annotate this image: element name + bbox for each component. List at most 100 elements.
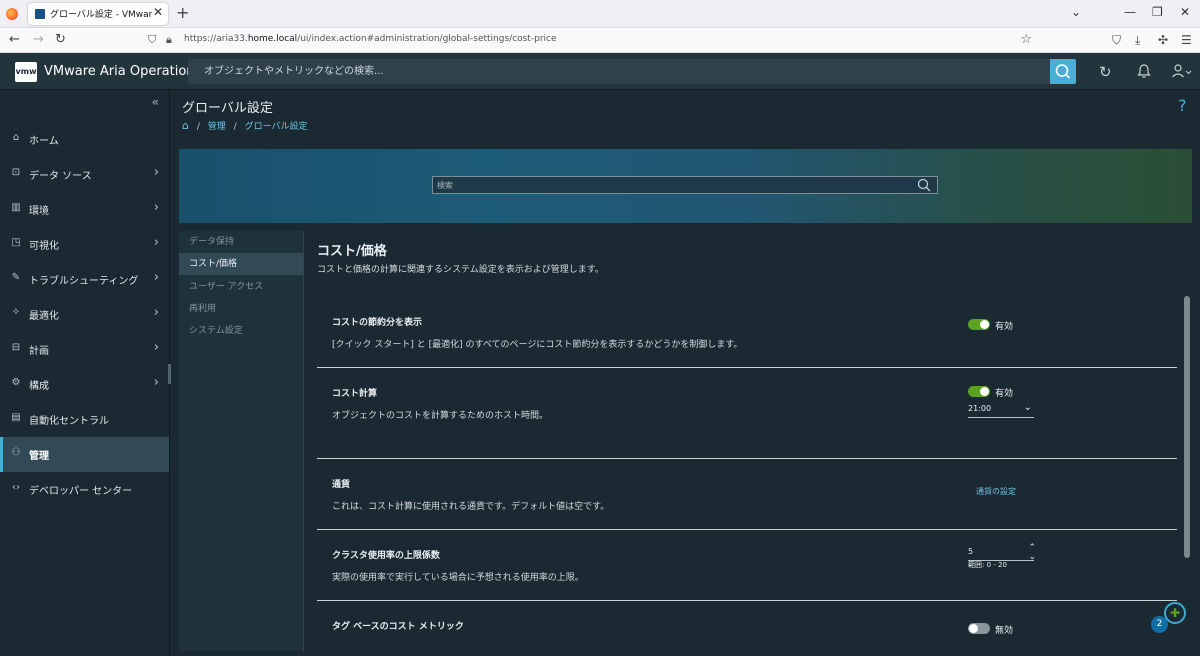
subnav-data-retention[interactable]: データ保持: [179, 231, 303, 253]
home-icon[interactable]: ⌂: [182, 119, 189, 132]
setting-cost-calculation: コスト計算 オブジェクトのコストを計算するためのホスト時間。 有効 21:00 …: [317, 368, 1177, 459]
minimize-icon[interactable]: —: [1124, 5, 1136, 19]
sidebar-item-plan[interactable]: ⊟ 計画 ›: [0, 332, 169, 367]
gear-icon: ⚙: [11, 377, 21, 388]
breadcrumb-administration[interactable]: 管理: [208, 122, 226, 132]
url-text[interactable]: https://aria33.home.local/ui/index.actio…: [184, 34, 557, 44]
forward-icon[interactable]: →: [33, 32, 44, 47]
breadcrumb: ⌂ / 管理 / グローバル設定: [182, 119, 308, 132]
setting-description: 実際の使用率で実行している場合に予想される使用率の上限。: [332, 573, 584, 583]
page-title: グローバル設定: [182, 101, 273, 116]
magic-icon: ✧: [11, 307, 21, 318]
chart-icon: ◳: [11, 237, 21, 248]
chevron-right-icon: ›: [153, 340, 159, 355]
restore-icon[interactable]: ❐: [1152, 5, 1163, 19]
sidebar-item-label: デベロッパー センター: [29, 486, 133, 497]
download-icon[interactable]: ⤓: [1135, 33, 1140, 48]
bookmark-star-icon[interactable]: ☆: [1020, 32, 1032, 47]
settings-search: [432, 176, 938, 194]
wrench-icon: ✎: [11, 272, 21, 283]
sidebar-item-optimize[interactable]: ✧ 最適化 ›: [0, 297, 169, 332]
panel-title: コスト/価格: [317, 244, 387, 259]
reload-icon[interactable]: ↻: [55, 32, 66, 47]
subnav-system-settings[interactable]: システム設定: [179, 320, 303, 342]
global-search: [188, 59, 1076, 84]
sidebar-item-administration[interactable]: ⚇ 管理: [0, 437, 169, 472]
setting-description: [クイック スタート] と [最適化] のすべてのページにコスト節約分を表示する…: [332, 340, 743, 350]
app-title[interactable]: VMware Aria Operations: [44, 64, 201, 79]
sidebar-item-automation-central[interactable]: ▤ 自動化セントラル: [0, 402, 169, 437]
sidebar-item-label: 可視化: [29, 241, 59, 252]
subnav-cost-price[interactable]: コスト/価格: [179, 253, 303, 275]
lock-icon[interactable]: 🔒︎: [166, 33, 172, 47]
close-window-icon[interactable]: ✕: [1180, 5, 1190, 19]
cluster-factor-input[interactable]: 5 ⌃ ⌄: [968, 544, 1036, 562]
toggle-label: 有効: [995, 322, 1014, 332]
cost-calculation-time-select[interactable]: 21:00 ⌄: [968, 402, 1034, 418]
briefcase-icon: ⊟: [11, 342, 21, 353]
close-tab-icon[interactable]: ✕: [153, 5, 163, 19]
menu-icon[interactable]: ☰: [1181, 33, 1192, 47]
vmware-logo[interactable]: vmw: [15, 62, 37, 82]
browser-tab[interactable]: グローバル設定 - VMware Aria Op ✕: [28, 3, 168, 25]
search-icon: [1055, 64, 1071, 79]
chevron-right-icon: ›: [153, 200, 159, 215]
sidebar-item-troubleshooting[interactable]: ✎ トラブルシューティング ›: [0, 262, 169, 297]
url-bar[interactable]: ⛉ 🔒︎ https://aria33.home.local/ui/index.…: [142, 31, 1038, 50]
search-icon[interactable]: [917, 177, 931, 196]
bell-icon[interactable]: [1136, 63, 1152, 83]
vmware-favicon-icon: [35, 9, 45, 19]
notification-badge[interactable]: 2: [1151, 616, 1168, 633]
settings-banner: [179, 149, 1192, 223]
sidebar-item-label: 環境: [29, 206, 49, 217]
stepper-icon[interactable]: ⌃ ⌄: [1028, 544, 1036, 562]
collapse-sidebar-icon[interactable]: «: [152, 95, 159, 109]
toggle-label: 無効: [995, 626, 1014, 636]
chevron-right-icon: ›: [153, 270, 159, 285]
extensions-icon[interactable]: ✣: [1158, 33, 1168, 47]
breadcrumb-global-settings[interactable]: グローバル設定: [245, 122, 308, 132]
global-search-input[interactable]: [188, 59, 1050, 84]
sidebar-resize-handle[interactable]: [168, 364, 171, 384]
refresh-icon[interactable]: ↻: [1099, 63, 1112, 81]
currency-settings-link[interactable]: 通貨の設定: [976, 486, 1016, 497]
savings-toggle[interactable]: [968, 319, 990, 330]
breadcrumb-separator: /: [233, 122, 237, 132]
range-hint: 範囲: 0 - 20: [968, 561, 1007, 569]
sidebar-item-label: トラブルシューティング: [29, 276, 139, 287]
pocket-icon[interactable]: ⛉: [1112, 33, 1121, 48]
firefox-icon[interactable]: [6, 8, 18, 20]
sidebar-item-configure[interactable]: ⚙ 構成 ›: [0, 367, 169, 402]
user-icon[interactable]: [1171, 63, 1193, 83]
sidebar-item-label: 構成: [29, 381, 49, 392]
sidebar-item-developer-center[interactable]: ‹› デベロッパー センター: [0, 472, 169, 507]
panel-description: コストと価格の計算に関連するシステム設定を表示および管理します。: [317, 265, 604, 275]
sidebar-item-label: 最適化: [29, 311, 59, 322]
app-header: vmw VMware Aria Operations ↻: [0, 53, 1200, 90]
chevron-right-icon: ›: [153, 375, 159, 390]
sidebar-item-data-sources[interactable]: ⊡ データ ソース ›: [0, 157, 169, 192]
shield-icon[interactable]: ⛉: [148, 33, 156, 47]
calendar-icon: ▤: [11, 412, 21, 423]
tab-list-chevron-icon[interactable]: ⌄: [1071, 5, 1081, 19]
setting-name: コストの節約分を表示: [332, 318, 423, 328]
cost-calculation-toggle[interactable]: [968, 386, 990, 397]
settings-search-input[interactable]: [433, 177, 903, 193]
panel-scrollbar[interactable]: [1184, 296, 1190, 558]
sidebar-item-visualize[interactable]: ◳ 可視化 ›: [0, 227, 169, 262]
search-button[interactable]: [1050, 59, 1076, 84]
subnav-user-access[interactable]: ユーザー アクセス: [179, 276, 303, 298]
sidebar-item-label: 管理: [29, 451, 49, 462]
back-icon[interactable]: ←: [9, 32, 20, 47]
sidebar-item-home[interactable]: ⌂ ホーム: [0, 122, 169, 157]
subnav-reclamation[interactable]: 再利用: [179, 298, 303, 320]
setting-description: これは、コスト計算に使用される通貨です。デフォルト値は空です。: [332, 502, 610, 512]
chevron-down-icon: ⌄: [1023, 402, 1032, 413]
sidebar-item-environment[interactable]: ▥ 環境 ›: [0, 192, 169, 227]
help-icon[interactable]: ?: [1178, 96, 1187, 115]
sidebar: « ⌂ ホーム ⊡ データ ソース › ▥ 環境 › ◳ 可視化 › ✎ トラブ…: [0, 90, 171, 656]
tag-cost-metric-toggle[interactable]: [968, 623, 990, 634]
new-tab-icon[interactable]: +: [176, 3, 189, 22]
input-value: 5: [968, 547, 974, 556]
toggle-label: 有効: [995, 389, 1014, 399]
